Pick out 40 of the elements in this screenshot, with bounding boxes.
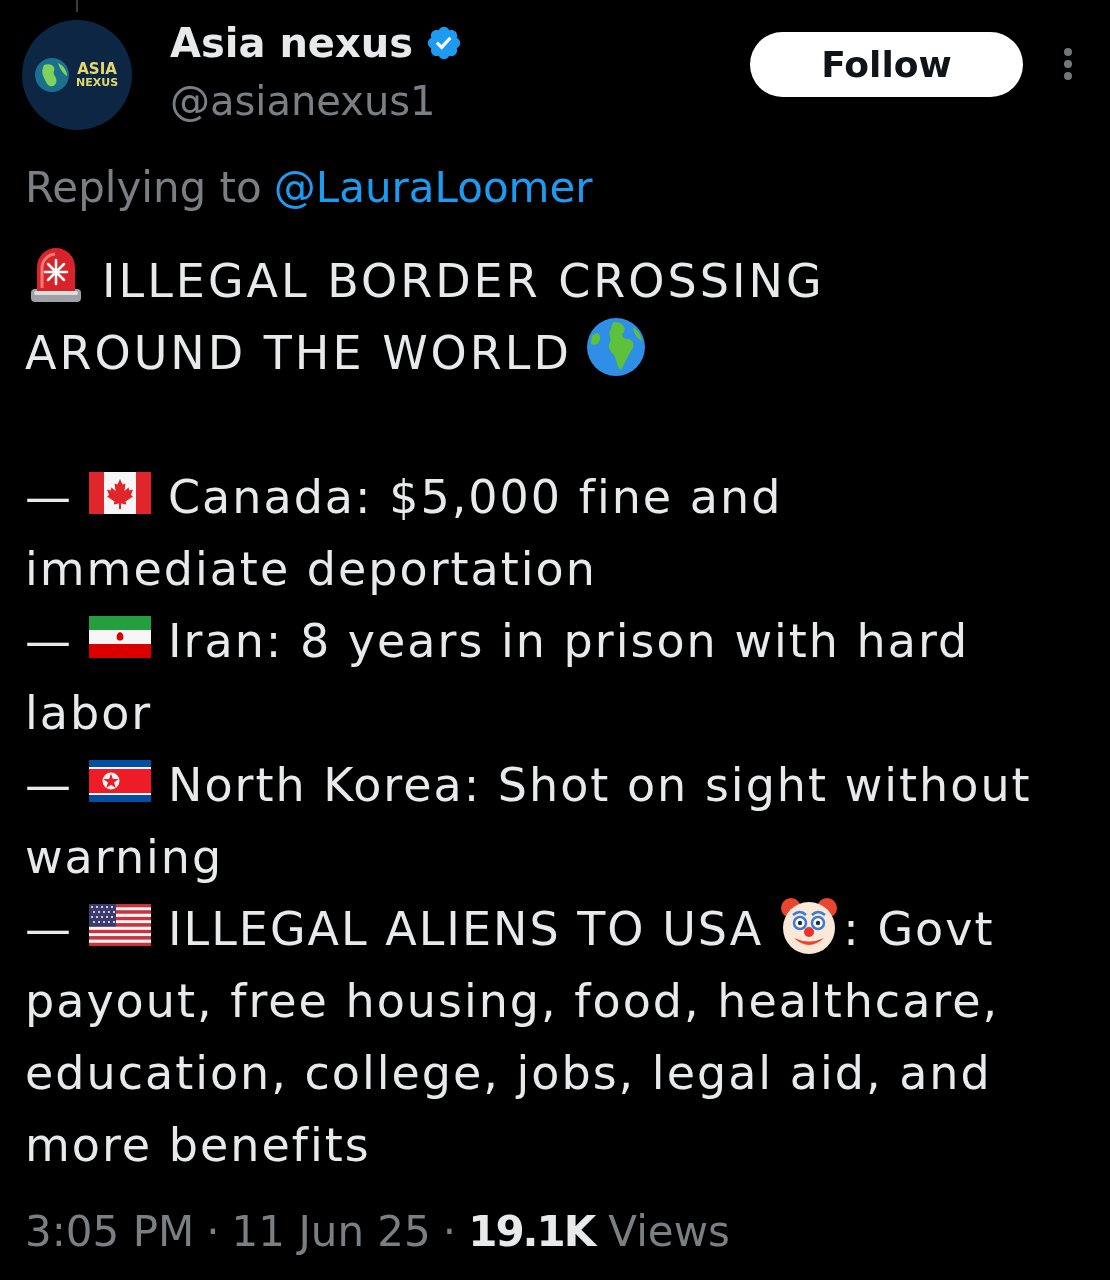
- bullet-dash: —: [25, 758, 71, 812]
- post-time: 3:05 PM: [25, 1207, 195, 1256]
- list-item-text: warning: [25, 830, 224, 884]
- list-item-text: : Govt: [843, 902, 995, 956]
- view-count: 19.1K: [468, 1207, 595, 1256]
- follow-button[interactable]: Follow: [750, 32, 1023, 97]
- thread-line: [76, 0, 78, 12]
- bullet-dash: —: [25, 614, 71, 668]
- headline-text: ILLEGAL BORDER CROSSING: [102, 254, 825, 308]
- list-item-text: labor: [25, 686, 153, 740]
- list-item-text: Canada: $5,000 fine and: [168, 470, 783, 524]
- north-korea-flag-icon: [89, 760, 151, 802]
- clown-face-icon: [779, 895, 840, 955]
- logo-text: NEXUS: [76, 77, 119, 89]
- more-options-icon[interactable]: [1063, 47, 1073, 81]
- list-item-text: more benefits: [25, 1118, 371, 1172]
- list-item-text: education, college, jobs, legal aid, and: [25, 1046, 992, 1100]
- iran-flag-icon: [89, 616, 151, 658]
- logo-text: ASIA: [77, 61, 117, 77]
- mention-link[interactable]: @LauraLoomer: [273, 163, 593, 212]
- globe-icon: [585, 317, 646, 377]
- list-item-text: payout, free housing, food, healthcare,: [25, 974, 1000, 1028]
- views-label: Views: [608, 1207, 730, 1256]
- post-date: 11 Jun 25: [231, 1207, 431, 1256]
- author-handle: @asianexus1: [170, 77, 436, 125]
- usa-flag-icon: [89, 904, 151, 946]
- author-name: Asia nexus: [170, 19, 414, 67]
- separator-dot: ·: [442, 1207, 457, 1256]
- list-item-text: North Korea: Shot on sight without: [168, 758, 1032, 812]
- globe-icon: [34, 57, 70, 93]
- list-item-text: ILLEGAL ALIENS TO USA: [168, 902, 764, 956]
- bullet-dash: —: [25, 902, 71, 956]
- canada-flag-icon: [89, 472, 151, 514]
- list-item-text: immediate deportation: [25, 542, 597, 596]
- reply-label: Replying to: [25, 163, 262, 212]
- headline-text: AROUND THE WORLD: [25, 326, 572, 380]
- list-item-text: Iran: 8 years in prison with hard: [168, 614, 970, 668]
- separator-dot: ·: [206, 1207, 220, 1256]
- siren-icon: [28, 245, 84, 303]
- bullet-dash: —: [25, 470, 71, 524]
